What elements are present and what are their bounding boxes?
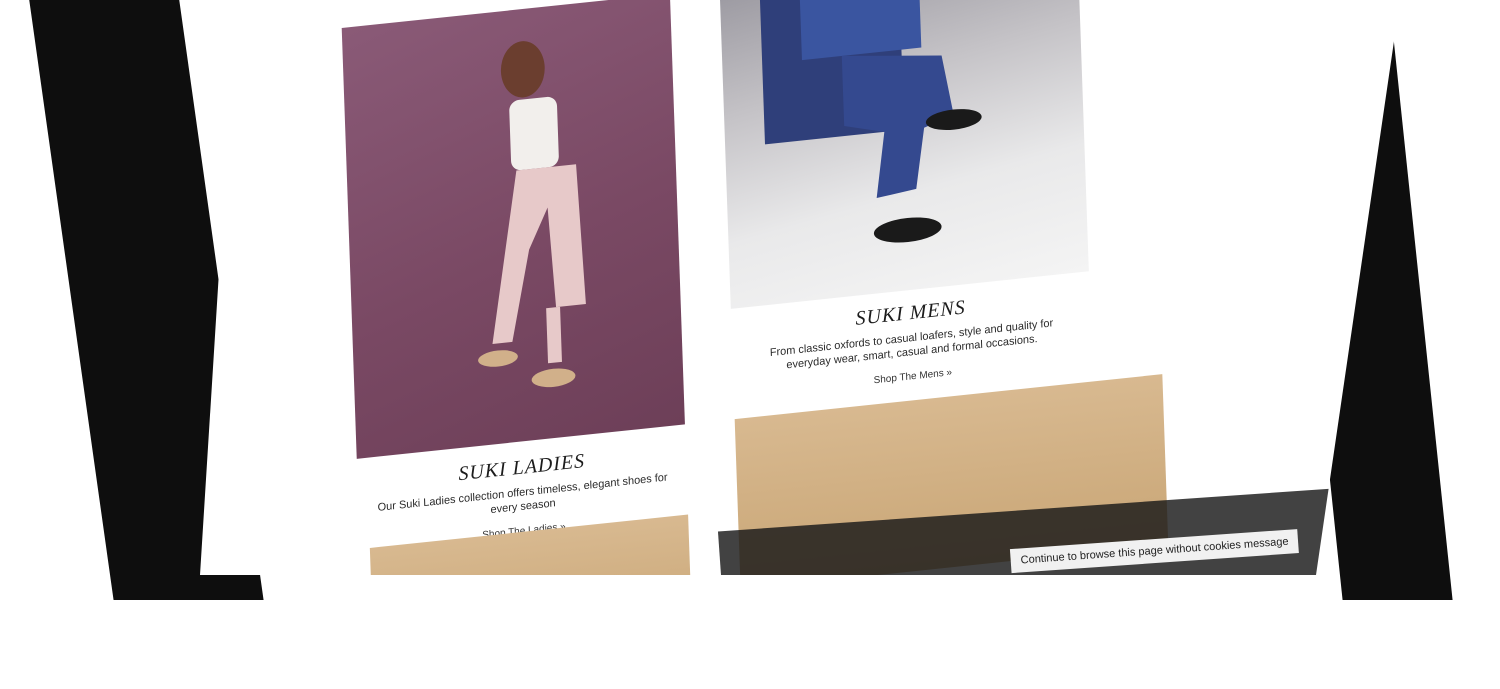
ladies-hero-image[interactable] (341, 0, 685, 459)
mens-hero-image[interactable] (718, 0, 1089, 309)
cookie-message[interactable]: Continue to browse this page without coo… (1009, 529, 1300, 574)
web-page: SUKI LADIES Our Suki Ladies collection o… (340, 0, 1289, 575)
device-screen: SUKI LADIES Our Suki Ladies collection o… (200, 0, 1400, 575)
ladies-card[interactable]: SUKI LADIES Our Suki Ladies collection o… (341, 0, 685, 541)
mens-model-figure (758, 0, 982, 243)
ladies-model-figure (478, 41, 586, 388)
